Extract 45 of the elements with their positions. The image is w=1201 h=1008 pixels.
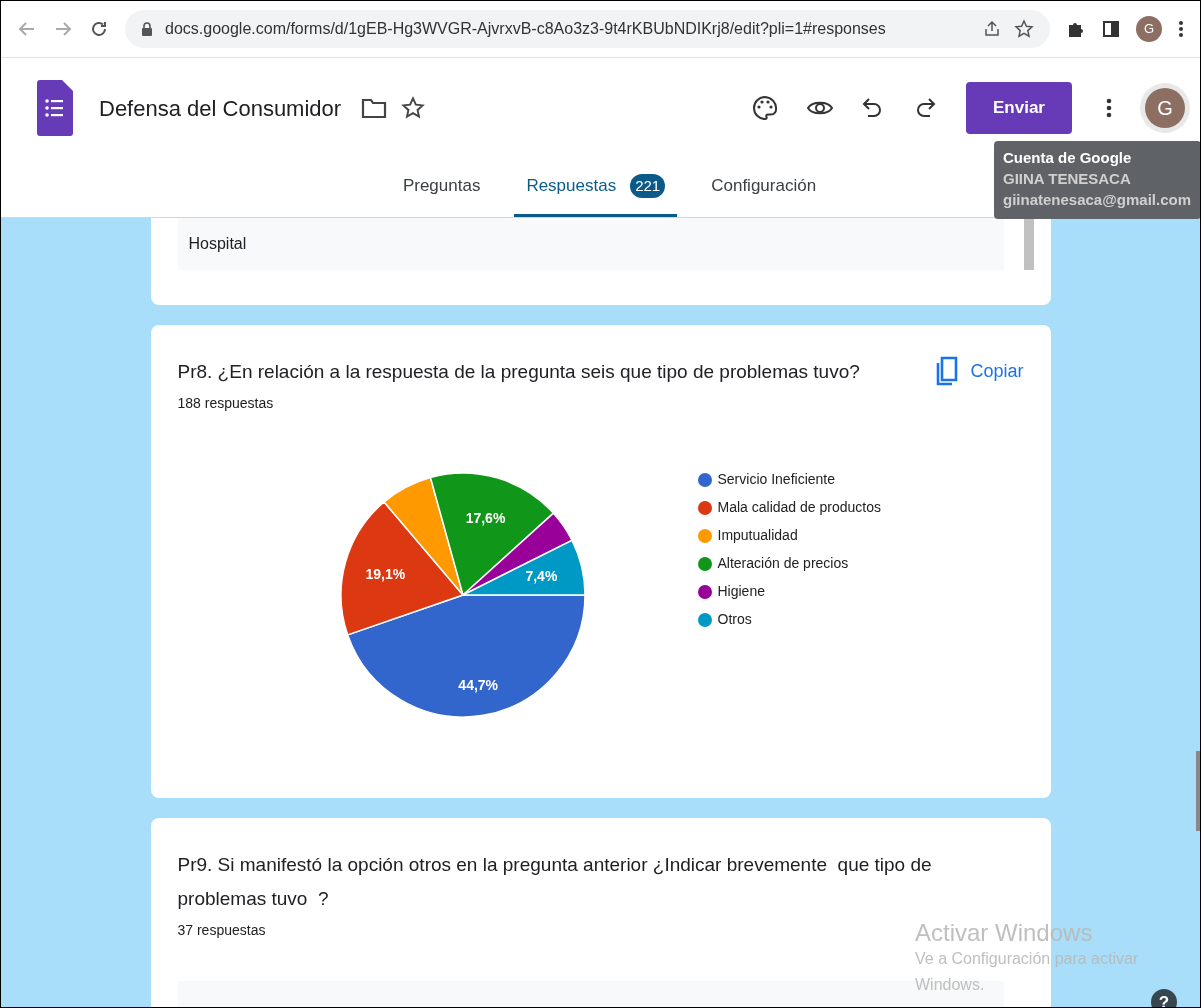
slice-label: 44,7% xyxy=(457,677,498,694)
legend-label: Imputualidad xyxy=(717,526,798,545)
scrollbar-thumb[interactable] xyxy=(1196,751,1200,831)
sidebar-icon[interactable] xyxy=(1102,20,1120,38)
tooltip-title: Cuenta de Google xyxy=(1003,148,1133,168)
scrollbar-thumb[interactable] xyxy=(1023,218,1034,270)
reload-icon[interactable] xyxy=(89,19,109,39)
tooltip-email: giinatenesaca@gmail.com xyxy=(1003,190,1192,210)
legend-label: Higiene xyxy=(717,582,765,601)
form-title[interactable]: Defensa del Consumidor xyxy=(99,91,342,125)
account-avatar[interactable]: G xyxy=(1145,88,1185,128)
copy-icon xyxy=(936,356,959,386)
legend-label: Otros xyxy=(717,610,752,629)
response-count: 37 respuestas xyxy=(177,921,266,940)
more-icon[interactable] xyxy=(1178,19,1184,39)
question-title: Pr9. Si manifestó la opción otros en la pregunta anterior ¿Indicar brevemente que tipo de problemas tuvo ? xyxy=(177,853,933,911)
more-icon[interactable] xyxy=(1106,97,1112,119)
profile-avatar[interactable]: G xyxy=(1136,16,1162,42)
copy-button[interactable]: Copiar xyxy=(936,354,1024,388)
slice-label: 17,6% xyxy=(465,509,505,526)
star-icon[interactable] xyxy=(401,96,426,120)
forms-logo-icon[interactable] xyxy=(37,80,73,136)
share-icon[interactable] xyxy=(982,19,1002,39)
url-text: docs.google.com/forms/d/1gEB-Hg3WVGR-AjvrxvB-c8Ao3z3-9t4rKBUbNDIKrj8/edit?pli=1#responses xyxy=(165,19,887,39)
palette-icon[interactable] xyxy=(752,95,778,121)
star-icon[interactable] xyxy=(1014,19,1034,39)
legend-label: Alteración de precios xyxy=(717,554,849,573)
question-title: Pr8. ¿En relación a la respuesta de la pregunta seis que tipo de problemas tuvo? xyxy=(177,360,860,384)
activation-notice-text: Ve a Configuración para activar Windows. xyxy=(915,949,1140,995)
response-text: Hospital xyxy=(188,234,247,254)
tab[interactable]: Configuración xyxy=(705,158,823,217)
slice-label: 19,1% xyxy=(364,565,405,582)
folder-icon[interactable] xyxy=(361,97,388,119)
lock-icon xyxy=(141,21,153,37)
address-bar[interactable]: docs.google.com/forms/d/1gEB-Hg3WVGR-AjvrxvB-c8Ao3z3-9t4rKBUbNDIKrj8/edit?pli=1#responses xyxy=(125,10,1050,48)
response-count-badge: 221 xyxy=(630,174,666,198)
send-button[interactable]: Enviar xyxy=(966,82,1072,134)
legend-label: Mala calidad de productos xyxy=(717,498,881,517)
tooltip-name: GIINA TENESACA xyxy=(1003,169,1132,189)
legend-label: Servicio Ineficiente xyxy=(717,470,835,489)
tab[interactable]: Preguntas xyxy=(396,158,487,217)
slice-label: 7,4% xyxy=(524,568,557,585)
undo-icon[interactable] xyxy=(862,97,882,119)
response-count: 188 respuestas xyxy=(177,394,274,413)
redo-icon[interactable] xyxy=(916,97,936,119)
